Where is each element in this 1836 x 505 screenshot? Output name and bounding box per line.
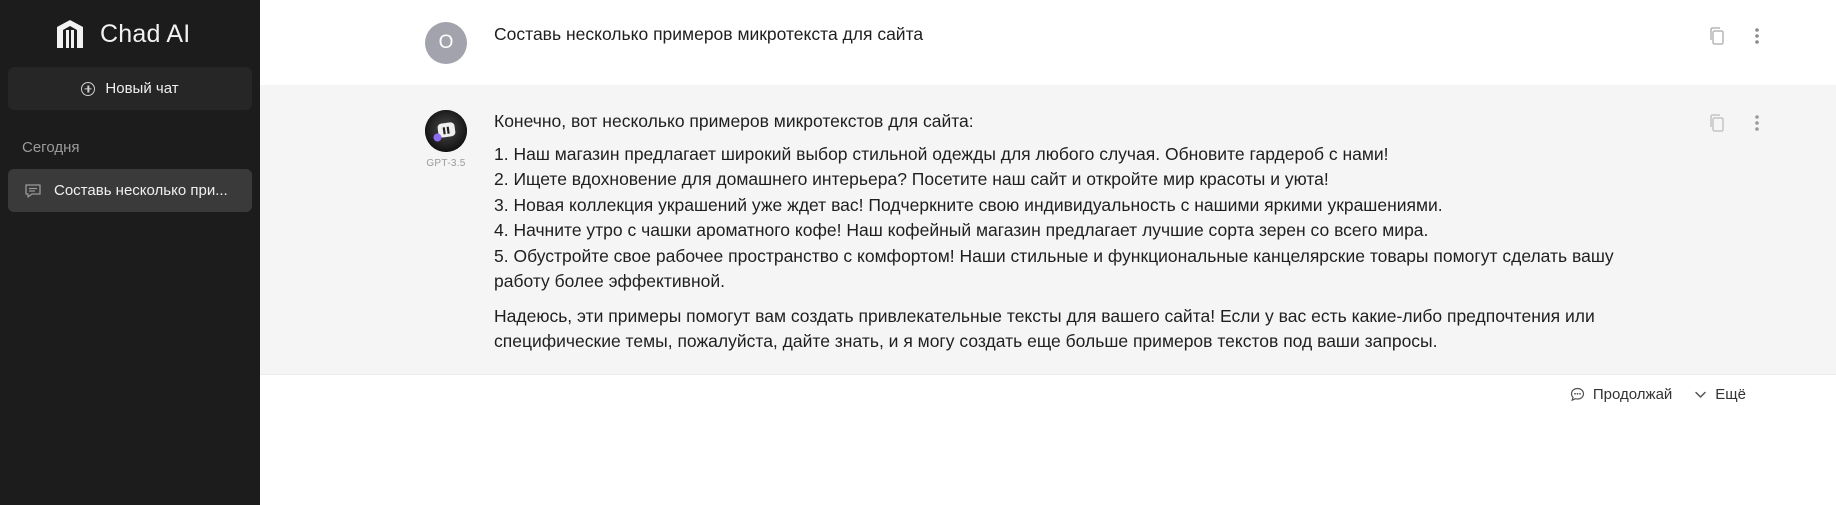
chat-main: О Составь несколько примеров микротекста…: [260, 0, 1836, 505]
chat-bubble-icon: [1570, 387, 1584, 402]
copy-icon[interactable]: [1708, 26, 1726, 46]
model-label: GPT-3.5: [426, 158, 466, 169]
more-label: Ещё: [1715, 386, 1746, 403]
list-item: 3. Новая коллекция украшений уже ждет ва…: [494, 194, 1443, 215]
list-item: 2. Ищете вдохновение для домашнего интер…: [494, 169, 1329, 189]
assistant-outro: Надеюсь, эти примеры помогут вам создать…: [494, 305, 1595, 352]
assistant-message-row: GPT-3.5 Конечно, вот несколько примеров …: [260, 85, 1836, 375]
more-button[interactable]: Ещё: [1694, 386, 1746, 403]
continue-button[interactable]: Продолжай: [1570, 386, 1672, 403]
assistant-list: 1. Наш магазин предлагает широкий выбор …: [494, 142, 1644, 295]
assistant-avatar: [425, 110, 467, 152]
chat-history-item[interactable]: Составь несколько при...: [8, 169, 252, 212]
sidebar: Chad AI Новый чат Сегодня Составь нескол…: [0, 0, 260, 505]
assistant-intro: Конечно, вот несколько примеров микротек…: [494, 111, 974, 131]
chat-history-item-label: Составь несколько при...: [54, 182, 228, 199]
user-message-row: О Составь несколько примеров микротекста…: [260, 0, 1836, 86]
new-chat-label: Новый чат: [105, 80, 179, 97]
user-avatar: О: [425, 22, 467, 64]
user-message-text: Составь несколько примеров микротекста д…: [494, 24, 924, 44]
chevron-down-icon: [1695, 391, 1707, 398]
more-vertical-icon[interactable]: [1748, 113, 1766, 133]
chad-logo-icon: [57, 20, 83, 48]
more-vertical-icon[interactable]: [1748, 26, 1766, 46]
assistant-message-actions: [1708, 113, 1766, 133]
assistant-message-text: Конечно, вот несколько примеров микротек…: [494, 109, 1644, 355]
copy-icon[interactable]: [1708, 113, 1726, 133]
new-chat-button[interactable]: Новый чат: [8, 67, 252, 110]
brand[interactable]: Chad AI: [54, 16, 190, 52]
bot-icon: [425, 110, 467, 152]
user-message-actions: [1708, 26, 1766, 46]
footer-actions: Продолжай Ещё: [1570, 386, 1746, 403]
brand-name: Chad AI: [100, 19, 191, 48]
plus-circle-icon: [81, 81, 96, 96]
section-label-today: Сегодня: [22, 139, 80, 156]
list-item: 4. Начните утро с чашки ароматного кофе!…: [494, 220, 1429, 240]
list-item: 1. Наш магазин предлагает широкий выбор …: [494, 143, 1389, 164]
chat-bubble-icon: [25, 183, 41, 198]
list-item: 5. Обустройте свое рабочее пространство …: [494, 245, 1614, 292]
continue-label: Продолжай: [1592, 386, 1673, 403]
